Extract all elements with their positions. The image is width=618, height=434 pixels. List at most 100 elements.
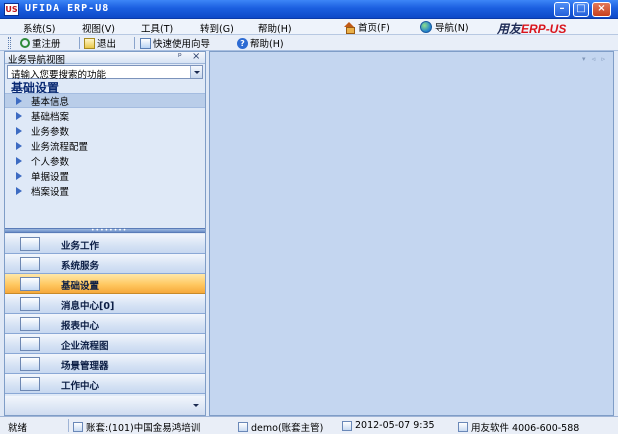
module-list: 业务工作 系统服务 基础设置 消息中心[0] 报表中心 企业流程图 场景管理器 … bbox=[5, 234, 205, 394]
home-label: 首页(F) bbox=[358, 23, 390, 34]
account-text: 账套:(101)中国金易鸿培训 bbox=[86, 423, 201, 434]
navigation-label: 导航(N) bbox=[435, 23, 469, 34]
maximize-button[interactable]: □ bbox=[573, 2, 589, 17]
tree-item-label: 档案设置 bbox=[31, 186, 70, 198]
expand-arrow-icon[interactable] bbox=[16, 186, 22, 195]
window-title: UFIDA ERP-U8 bbox=[25, 3, 110, 14]
tree-item-business-params[interactable]: 业务参数 bbox=[5, 123, 205, 138]
module-list-scroll-down[interactable] bbox=[5, 396, 205, 415]
panel-close-icon[interactable]: × bbox=[192, 51, 200, 62]
toolbar-separator bbox=[134, 37, 135, 49]
reregister-button[interactable]: 重注册 bbox=[20, 36, 61, 50]
exit-label: 退出 bbox=[97, 39, 117, 50]
quick-wizard-button[interactable]: 快速使用向导 bbox=[140, 36, 210, 50]
calendar-icon bbox=[342, 420, 352, 431]
tree-item-basic-info[interactable]: 基本信息 bbox=[5, 93, 205, 108]
help-button[interactable]: ? 帮助(H) bbox=[237, 36, 284, 50]
app-logo-icon: US bbox=[4, 3, 19, 16]
globe-icon bbox=[420, 21, 432, 33]
navigation-link[interactable]: 导航(N) bbox=[420, 20, 469, 34]
menu-bar: 系统(S) 视图(V) 工具(T) 转到(G) 帮助(H) 首页(F) 导航(N… bbox=[0, 19, 618, 36]
message-icon bbox=[20, 297, 40, 311]
app-window: US UFIDA ERP-U8 – □ × 系统(S) 视图(V) 工具(T) … bbox=[0, 0, 618, 434]
function-search-input[interactable]: 请输入您要搜索的功能 bbox=[7, 65, 203, 81]
module-label: 报表中心 bbox=[61, 321, 100, 332]
module-label: 系统服务 bbox=[61, 261, 100, 272]
expand-arrow-icon[interactable] bbox=[16, 126, 22, 135]
module-label: 业务工作 bbox=[61, 241, 100, 252]
minimize-button[interactable]: – bbox=[554, 2, 570, 17]
menu-tools[interactable]: 工具(T) bbox=[141, 21, 173, 35]
module-business-work[interactable]: 业务工作 bbox=[5, 234, 205, 254]
module-system-service[interactable]: 系统服务 bbox=[5, 254, 205, 274]
tree-item-label: 基本信息 bbox=[31, 96, 70, 108]
exit-button[interactable]: 退出 bbox=[84, 36, 116, 50]
help-label: 帮助(H) bbox=[250, 39, 284, 50]
tree-item-document-settings[interactable]: 单据设置 bbox=[5, 168, 205, 183]
user-text: demo(账套主管) bbox=[251, 423, 324, 434]
status-date: 2012-05-07 9:35 bbox=[342, 420, 435, 431]
module-label: 工作中心 bbox=[61, 381, 100, 392]
chevron-down-icon[interactable] bbox=[190, 66, 202, 78]
quick-wizard-label: 快速使用向导 bbox=[153, 39, 211, 50]
work-center-icon bbox=[20, 377, 40, 391]
tree-item-process-config[interactable]: 业务流程配置 bbox=[5, 138, 205, 153]
toolbar: 重注册 退出 快速使用向导 ? 帮助(H) bbox=[0, 35, 618, 51]
pin-icon[interactable]: ᵖ bbox=[178, 52, 182, 62]
tree-item-label: 基础档案 bbox=[31, 111, 70, 123]
menu-help[interactable]: 帮助(H) bbox=[258, 21, 292, 35]
reregister-label: 重注册 bbox=[32, 39, 61, 50]
flowchart-icon bbox=[20, 337, 40, 351]
toolbar-grip[interactable] bbox=[8, 37, 11, 49]
panel-splitter[interactable]: •••••••• bbox=[5, 227, 205, 234]
module-report-center[interactable]: 报表中心 bbox=[5, 314, 205, 334]
company-text: 用友软件 4006-600-588 bbox=[471, 423, 580, 434]
exit-icon bbox=[84, 37, 95, 49]
module-message-center[interactable]: 消息中心[0] bbox=[5, 294, 205, 314]
expand-arrow-icon[interactable] bbox=[16, 171, 22, 180]
module-scene-manager[interactable]: 场景管理器 bbox=[5, 354, 205, 374]
brand-suffix: ERP-US bbox=[521, 22, 567, 36]
module-work-center[interactable]: 工作中心 bbox=[5, 374, 205, 394]
date-text: 2012-05-07 9:35 bbox=[355, 420, 435, 431]
chart-icon bbox=[20, 237, 40, 251]
status-account: 账套:(101)中国金易鸿培训 bbox=[73, 420, 200, 434]
close-button[interactable]: × bbox=[592, 2, 611, 17]
function-tree: 基本信息 基础档案 业务参数 业务流程配置 个人参数 单据设置 档案设置 bbox=[5, 93, 205, 198]
panel-title: 业务导航视图 bbox=[8, 55, 66, 66]
module-label: 消息中心[0] bbox=[61, 301, 115, 312]
status-bar: 就绪 账套:(101)中国金易鸿培训 demo(账套主管) 2012-05-07… bbox=[0, 416, 618, 434]
status-user: demo(账套主管) bbox=[238, 420, 323, 434]
expand-arrow-icon[interactable] bbox=[16, 96, 22, 105]
tree-item-personal-params[interactable]: 个人参数 bbox=[5, 153, 205, 168]
monitor-icon bbox=[20, 257, 40, 271]
expand-arrow-icon[interactable] bbox=[16, 156, 22, 165]
home-icon bbox=[344, 21, 355, 34]
tree-item-label: 单据设置 bbox=[31, 171, 70, 183]
home-link[interactable]: 首页(F) bbox=[344, 20, 390, 34]
tree-item-label: 业务参数 bbox=[31, 126, 70, 138]
menu-goto[interactable]: 转到(G) bbox=[200, 21, 234, 35]
expand-arrow-icon[interactable] bbox=[16, 111, 22, 120]
brand-prefix: 用友 bbox=[497, 22, 522, 36]
module-enterprise-flowchart[interactable]: 企业流程图 bbox=[5, 334, 205, 354]
menu-system[interactable]: 系统(S) bbox=[23, 21, 55, 35]
help-icon: ? bbox=[237, 37, 248, 49]
module-label: 企业流程图 bbox=[61, 341, 109, 352]
settings-icon bbox=[20, 277, 40, 291]
user-icon bbox=[238, 422, 248, 432]
workspace-area[interactable]: ▾ ◃ ▹ bbox=[209, 51, 614, 416]
expand-arrow-icon[interactable] bbox=[16, 141, 22, 150]
title-bar[interactable]: US UFIDA ERP-U8 – □ × bbox=[0, 0, 618, 19]
splitter-grip-icon: •••••••• bbox=[91, 227, 128, 234]
tree-item-basic-archives[interactable]: 基础档案 bbox=[5, 108, 205, 123]
phone-icon bbox=[458, 422, 468, 432]
workspace-tab-controls[interactable]: ▾ ◃ ▹ bbox=[582, 55, 607, 63]
refresh-icon bbox=[20, 38, 30, 48]
toolbar-separator bbox=[79, 37, 80, 49]
module-basic-settings[interactable]: 基础设置 bbox=[5, 274, 205, 294]
tree-item-archive-settings[interactable]: 档案设置 bbox=[5, 183, 205, 198]
menu-view[interactable]: 视图(V) bbox=[82, 21, 115, 35]
status-divider bbox=[68, 419, 69, 432]
account-icon bbox=[73, 422, 83, 432]
